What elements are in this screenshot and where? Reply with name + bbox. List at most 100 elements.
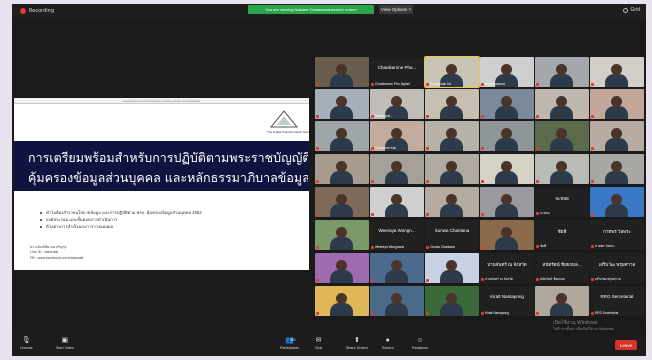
toolbar-label: Share Screen [346,346,368,350]
muted-mic-icon [426,312,429,315]
participant-tile[interactable] [370,154,424,184]
participant-name: mpaipiyachart [485,82,505,86]
muted-mic-icon [371,114,374,118]
participant-video-body [440,303,463,316]
participant-tile[interactable] [315,57,369,87]
participant-video-head [446,293,457,304]
participant-tile[interactable] [425,286,479,316]
participant-tile[interactable] [480,220,534,250]
participant-tile[interactable] [535,286,589,316]
participant-tile[interactable] [480,154,534,184]
muted-mic-icon [316,83,319,86]
participant-tile[interactable]: กาทพร วัลพระ กาทพร วัลพระ [590,220,644,250]
participant-tile[interactable] [480,121,534,151]
participant-tile[interactable] [480,187,534,217]
participant-tile[interactable] [315,253,369,283]
participant-tile[interactable]: ปานจันทร์ ณ จังหวัด ปานจันทร์ ณ จังหวัด [480,253,534,283]
participant-tile[interactable]: RRG Secretariat RRG Secretariat [590,286,644,316]
muted-mic-icon [316,147,319,150]
participant-video-head [336,161,347,172]
participant-tile[interactable] [370,187,424,217]
leave-meeting-button[interactable]: Leave [615,340,637,350]
participant-display-name: เสริมวัฒ พรุมศาวล [598,262,636,267]
participant-tile[interactable]: Weeraya Wongn... Weeraya Wongnarat [370,220,424,250]
participant-tile[interactable] [370,253,424,283]
participant-video-head [336,260,347,271]
muted-mic-icon [426,147,429,150]
participant-video-body [385,171,408,184]
participants-button[interactable]: 👥 Participants 55 [280,337,299,353]
participant-tile[interactable] [590,121,644,151]
logo-caption: The Digital Transformation Society [267,130,309,134]
muted-mic-icon [591,245,594,248]
participant-name: Cewaa Chantana [430,245,455,249]
participant-tile[interactable]: Chananee Kao [370,121,424,151]
participant-tile[interactable]: เสริมวัฒ พรุมศาวล เสริมวัฒ พรุมศาวล [590,253,644,283]
participant-tile[interactable] [315,121,369,151]
participant-tile[interactable] [535,154,589,184]
participant-name-label: สนัทรัตน์ ช้อยกมล [536,277,565,282]
participant-tile[interactable] [425,154,479,184]
participant-tile[interactable] [315,286,369,316]
participant-video-body [440,106,463,119]
participant-video-head [391,260,402,271]
participant-tile[interactable]: Kiratt Nantapong Kiratt Nantapong [480,286,534,316]
participant-tile[interactable] [315,154,369,184]
participant-tile[interactable]: จะหลอ จะหลอ [535,187,589,217]
participant-name-label [371,180,375,183]
record-button[interactable]: ● Record [382,337,394,353]
participant-tile[interactable] [425,89,479,119]
view-options-button[interactable]: View Options ˅ [379,5,413,14]
triangle-logo-icon [269,110,299,128]
share-screen-button[interactable]: ⬆ Share Screen [346,337,368,353]
muted-mic-icon [536,312,539,315]
participant-video-head [391,128,402,139]
participant-tile[interactable] [370,286,424,316]
participant-tile[interactable]: Nantiwipat... [370,89,424,119]
participant-name-label [426,279,430,282]
participant-tile[interactable] [315,187,369,217]
participant-tile[interactable]: Punyaphan Ha [424,56,480,88]
participant-tile[interactable] [590,89,644,119]
participant-tile[interactable] [315,89,369,119]
start-video-button[interactable]: ▣ Start Video [56,337,74,353]
participant-tile[interactable] [425,187,479,217]
participant-video-body [330,303,353,316]
participant-tile[interactable]: ชัยพี ชัยพี [535,220,589,250]
participants-count: 55 [291,337,296,342]
unmute-button[interactable]: 🎙 Unmute [20,337,33,353]
participant-name-label [371,312,375,315]
participant-display-name: Weeraya Wongn... [378,228,416,233]
participant-tile[interactable] [535,121,589,151]
participant-tile[interactable]: Sunwa Chantana Cewaa Chantana [425,220,479,250]
participant-tile[interactable] [480,89,534,119]
muted-mic-icon [481,180,484,183]
view-toggle[interactable]: Grid [622,7,640,13]
participant-video-head [501,64,512,75]
participant-video-head [446,161,457,172]
participant-tile[interactable] [315,220,369,250]
participant-tile[interactable]: mpaipiyachart [480,57,534,87]
muted-mic-icon [591,83,594,86]
participant-tile[interactable] [590,187,644,217]
participant-tile[interactable] [535,57,589,87]
society-logo: The Digital Transformation Society [267,110,309,134]
participant-tile[interactable] [590,154,644,184]
participant-name-label: Nantiwipat... [371,114,393,118]
chat-button[interactable]: ✉ Chat [314,337,323,353]
reactions-button[interactable]: ☺ Reactions [412,337,428,353]
participant-tile[interactable] [590,57,644,87]
toolbar-label: Chat [314,346,323,350]
participant-tile[interactable] [425,253,479,283]
participant-tile[interactable] [535,89,589,119]
participant-name-label [316,180,320,183]
participant-tile[interactable] [425,121,479,151]
participant-tile[interactable]: Chanikarnne Pha... Chanikarnne Phn-Nghail [370,57,424,87]
participant-video-body [605,138,628,151]
toolbar-label: Start Video [56,346,74,350]
participant-tile[interactable]: สนัทรัตน์ ช้อยกมล... สนัทรัตน์ ช้อยกมล [535,253,589,283]
participant-video-body [330,74,353,87]
muted-mic-icon [371,279,374,282]
participant-name-label [481,246,485,249]
participant-video-body [330,270,353,283]
